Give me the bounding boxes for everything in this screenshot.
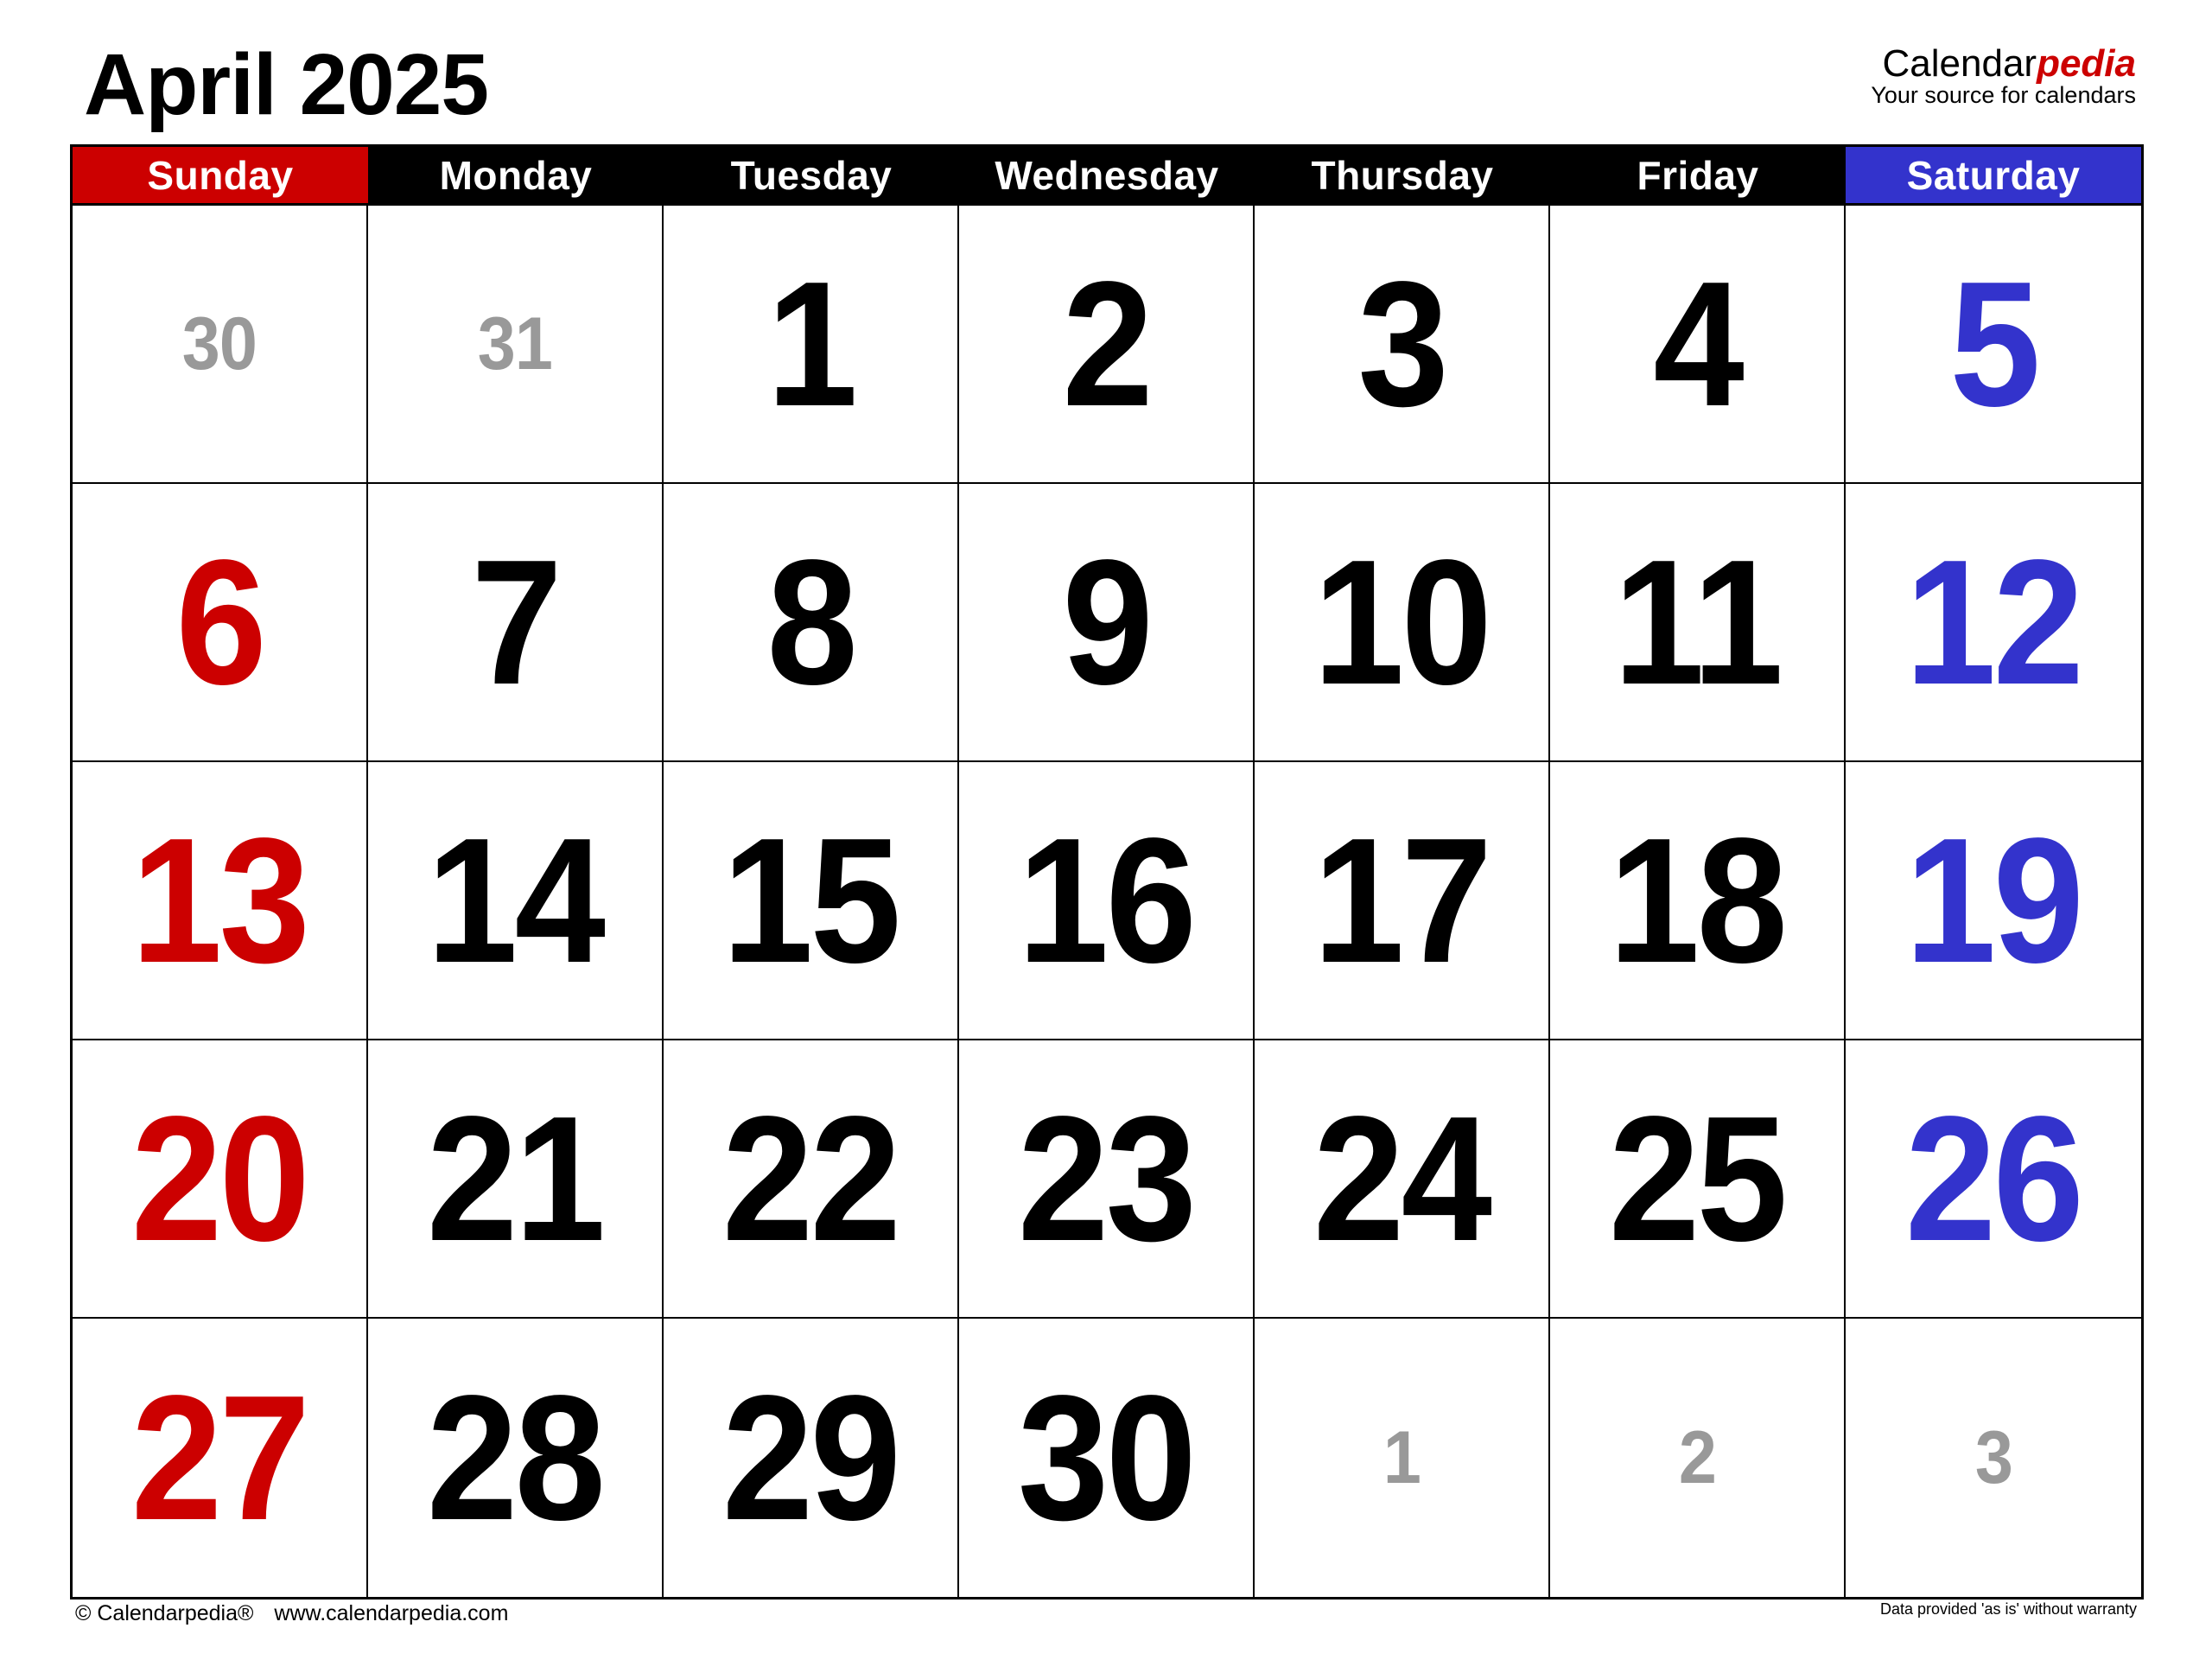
weekday-header-row: Sunday Monday Tuesday Wednesday Thursday… (73, 147, 2141, 206)
day-number: 9 (1062, 523, 1153, 722)
day-cell: 7 (368, 484, 664, 762)
day-cell: 28 (368, 1319, 664, 1597)
weekday-header-monday: Monday (439, 152, 593, 198)
day-cell: 17 (1255, 762, 1550, 1040)
day-number: 22 (722, 1079, 901, 1278)
day-cell: 3 (1255, 206, 1550, 484)
day-number: 6 (175, 523, 266, 722)
day-number: 16 (1018, 801, 1197, 1000)
day-number: 15 (722, 801, 901, 1000)
day-cell: 29 (664, 1319, 959, 1597)
day-cell: 30 (73, 206, 368, 484)
day-cell: 3 (1846, 1319, 2141, 1597)
day-cell: 30 (959, 1319, 1255, 1597)
day-number: 21 (427, 1079, 606, 1278)
footer-left: © Calendarpedia® www.calendarpedia.com (75, 1601, 508, 1626)
website-link[interactable]: www.calendarpedia.com (274, 1601, 508, 1625)
day-number: 28 (427, 1358, 606, 1557)
day-number: 18 (1609, 801, 1788, 1000)
day-cell: 8 (664, 484, 959, 762)
day-number-other-month: 30 (181, 302, 257, 385)
day-number: 3 (1357, 245, 1448, 443)
day-number: 2 (1062, 245, 1153, 443)
day-cell: 22 (664, 1040, 959, 1319)
weekday-header-friday: Friday (1637, 152, 1759, 198)
day-cell: 13 (73, 762, 368, 1040)
day-number: 19 (1905, 801, 2084, 1000)
day-cell: 26 (1846, 1040, 2141, 1319)
calendarpedia-logo[interactable]: Calendarpedia Your source for calendars (1871, 43, 2136, 108)
day-cell: 4 (1550, 206, 1846, 484)
weekday-header-thursday: Thursday (1311, 152, 1494, 198)
day-cell: 25 (1550, 1040, 1846, 1319)
day-number: 17 (1313, 801, 1492, 1000)
day-cell: 2 (1550, 1319, 1846, 1597)
day-cell: 31 (368, 206, 664, 484)
day-number: 24 (1313, 1079, 1492, 1278)
day-number: 1 (766, 245, 857, 443)
day-cell: 6 (73, 484, 368, 762)
logo-name: Calendarpedia (1871, 43, 2136, 85)
page-title: April 2025 (84, 36, 489, 133)
day-number: 26 (1905, 1079, 2084, 1278)
day-cell: 16 (959, 762, 1255, 1040)
weekday-header-wednesday: Wednesday (995, 152, 1219, 198)
logo-name-accent: pedia (2037, 42, 2136, 85)
day-cell: 10 (1255, 484, 1550, 762)
day-number-other-month: 1 (1382, 1416, 1421, 1499)
day-number: 7 (471, 523, 562, 722)
weekday-header-tuesday: Tuesday (730, 152, 893, 198)
day-number: 27 (131, 1358, 310, 1557)
day-cell: 27 (73, 1319, 368, 1597)
day-cell: 5 (1846, 206, 2141, 484)
day-cell: 2 (959, 206, 1255, 484)
day-number: 8 (766, 523, 857, 722)
day-cell: 12 (1846, 484, 2141, 762)
day-cell: 20 (73, 1040, 368, 1319)
day-number: 10 (1313, 523, 1492, 722)
day-number: 30 (1018, 1358, 1197, 1557)
day-number: 12 (1905, 523, 2084, 722)
calendar-grid: Sunday Monday Tuesday Wednesday Thursday… (70, 144, 2144, 1600)
day-number: 13 (131, 801, 310, 1000)
day-number-other-month: 31 (477, 302, 553, 385)
day-cell: 1 (1255, 1319, 1550, 1597)
disclaimer-text: Data provided 'as is' without warranty (1879, 1600, 2137, 1618)
day-number-other-month: 2 (1678, 1416, 1716, 1499)
day-cell: 1 (664, 206, 959, 484)
logo-tagline: Your source for calendars (1871, 82, 2136, 108)
day-number: 25 (1609, 1079, 1788, 1278)
day-cell: 24 (1255, 1040, 1550, 1319)
day-number: 14 (427, 801, 606, 1000)
day-cell: 14 (368, 762, 664, 1040)
day-cell: 18 (1550, 762, 1846, 1040)
day-number: 5 (1949, 245, 2040, 443)
day-number: 4 (1653, 245, 1744, 443)
day-grid: 30 31 1 2 3 4 5 6 7 8 9 10 11 12 13 14 15 16 17 18 19 20 21 22 2… (73, 206, 2141, 1597)
day-number: 23 (1018, 1079, 1197, 1278)
day-cell: 21 (368, 1040, 664, 1319)
day-number-other-month: 3 (1974, 1416, 2012, 1499)
day-number: 11 (1613, 523, 1784, 722)
day-cell: 19 (1846, 762, 2141, 1040)
copyright-text: © Calendarpedia® (75, 1601, 254, 1625)
day-cell: 11 (1550, 484, 1846, 762)
day-cell: 23 (959, 1040, 1255, 1319)
day-cell: 15 (664, 762, 959, 1040)
day-cell: 9 (959, 484, 1255, 762)
logo-name-plain: Calendar (1882, 42, 2037, 85)
day-number: 29 (722, 1358, 901, 1557)
weekday-header-sunday: Sunday (73, 147, 368, 203)
day-number: 20 (131, 1079, 310, 1278)
weekday-header-saturday: Saturday (1846, 147, 2141, 203)
